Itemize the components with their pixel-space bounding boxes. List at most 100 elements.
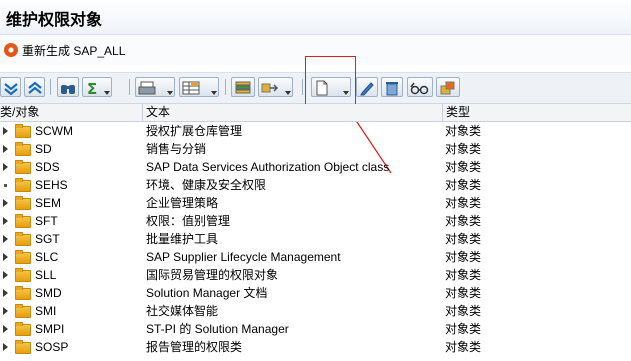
object-text: SAP Supplier Lifecycle Management bbox=[146, 250, 341, 264]
object-text: SAP Data Services Authorization Object c… bbox=[146, 160, 390, 174]
tree-row[interactable]: SD 销售与分销 对象类 bbox=[0, 140, 631, 158]
folder-icon bbox=[15, 124, 31, 138]
object-name: SDS bbox=[35, 160, 60, 174]
trash-icon bbox=[386, 82, 398, 96]
edit-button[interactable] bbox=[356, 77, 378, 97]
find-button[interactable] bbox=[57, 77, 79, 97]
folder-icon bbox=[15, 214, 31, 228]
stack-icon bbox=[235, 81, 251, 94]
object-type: 对象类 bbox=[445, 268, 482, 282]
object-text: 社交媒体智能 bbox=[146, 304, 219, 318]
object-name: SCWM bbox=[35, 124, 73, 138]
svg-text:Σ: Σ bbox=[87, 80, 97, 96]
tree-row[interactable]: SCWM 授权扩展仓库管理 对象类 bbox=[0, 122, 631, 140]
folder-icon bbox=[15, 160, 31, 174]
object-name: SD bbox=[35, 142, 52, 156]
folder-icon bbox=[15, 340, 31, 354]
window-title: 维护权限对象 bbox=[6, 10, 103, 29]
object-text: 销售与分销 bbox=[146, 142, 207, 156]
object-name: SFT bbox=[35, 214, 58, 228]
folder-icon bbox=[15, 142, 31, 156]
title-bar: 维护权限对象 bbox=[0, 0, 631, 35]
tree-row[interactable]: SOSP 报告管理的权限类 对象类 bbox=[0, 338, 631, 356]
object-text: 国际贸易管理的权限对象 bbox=[146, 268, 279, 282]
printer-icon bbox=[138, 81, 156, 95]
object-type: 对象类 bbox=[445, 178, 482, 192]
tree-row[interactable]: SEM 企业管理策略 对象类 bbox=[0, 194, 631, 212]
folder-icon bbox=[15, 304, 31, 318]
collapse-all-icon bbox=[28, 81, 42, 94]
sum-button[interactable]: Σ bbox=[82, 77, 112, 97]
object-name: SGT bbox=[35, 232, 60, 246]
collapse-all-button[interactable] bbox=[24, 77, 45, 97]
object-type: 对象类 bbox=[445, 304, 482, 318]
toolbar-separator bbox=[225, 79, 226, 95]
pencil-icon bbox=[360, 82, 374, 96]
object-type: 对象类 bbox=[445, 124, 482, 138]
object-type: 对象类 bbox=[445, 340, 482, 354]
object-name: SMI bbox=[35, 304, 57, 318]
distribute-icon bbox=[261, 83, 279, 93]
column-header-text[interactable]: 文本 bbox=[142, 104, 442, 121]
print-button[interactable] bbox=[135, 77, 175, 97]
where-used-button[interactable] bbox=[407, 77, 433, 97]
folder-icon bbox=[15, 268, 31, 282]
expand-triangle-icon[interactable] bbox=[3, 199, 8, 207]
transport-icon bbox=[440, 81, 455, 95]
expand-triangle-icon[interactable] bbox=[3, 325, 8, 333]
object-name: SMD bbox=[35, 286, 62, 300]
leaf-bullet-icon bbox=[4, 184, 7, 187]
chevron-down-icon bbox=[167, 91, 173, 95]
regenerate-sap-all-button[interactable]: 重新生成 SAP_ALL bbox=[4, 42, 125, 58]
column-header-type[interactable]: 类型 bbox=[442, 104, 526, 121]
regenerate-icon bbox=[4, 43, 18, 57]
expand-triangle-icon[interactable] bbox=[3, 235, 8, 243]
toolbar-separator bbox=[129, 79, 130, 95]
transport-button[interactable] bbox=[436, 77, 460, 97]
glasses-icon bbox=[410, 82, 429, 95]
object-type: 对象类 bbox=[445, 250, 482, 264]
delete-button[interactable] bbox=[381, 77, 403, 97]
expand-triangle-icon[interactable] bbox=[3, 271, 8, 279]
expand-triangle-icon[interactable] bbox=[3, 253, 8, 261]
export-button[interactable] bbox=[231, 77, 255, 97]
tree-row[interactable]: SLL 国际贸易管理的权限对象 对象类 bbox=[0, 266, 631, 284]
chevron-down-icon bbox=[285, 91, 291, 95]
object-name: SEM bbox=[35, 196, 62, 210]
tree-row[interactable]: SMD Solution Manager 文档 对象类 bbox=[0, 284, 631, 302]
sigma-icon: Σ bbox=[87, 80, 97, 96]
object-name: SOSP bbox=[35, 340, 69, 354]
folder-icon bbox=[15, 232, 31, 246]
tree-row[interactable]: SMPI ST-PI 的 Solution Manager 对象类 bbox=[0, 320, 631, 338]
object-type: 对象类 bbox=[445, 160, 482, 174]
folder-icon bbox=[15, 178, 31, 192]
expand-triangle-icon[interactable] bbox=[3, 217, 8, 225]
binoculars-icon bbox=[61, 85, 75, 94]
expand-triangle-icon[interactable] bbox=[3, 145, 8, 153]
chevron-down-icon bbox=[211, 91, 217, 95]
expand-triangle-icon[interactable] bbox=[3, 163, 8, 171]
object-type: 对象类 bbox=[445, 322, 482, 336]
object-name: SLC bbox=[35, 250, 59, 264]
tree-row[interactable]: SEHS 环境、健康及安全权限 对象类 bbox=[0, 176, 631, 194]
object-text: ST-PI 的 Solution Manager bbox=[146, 322, 289, 336]
tree-row[interactable]: SMI 社交媒体智能 对象类 bbox=[0, 302, 631, 320]
object-name: SEHS bbox=[35, 178, 68, 192]
expand-all-icon bbox=[4, 83, 18, 96]
tree-row[interactable]: SFT 权限：值别管理 对象类 bbox=[0, 212, 631, 230]
tree-row[interactable]: SLC SAP Supplier Lifecycle Management 对象类 bbox=[0, 248, 631, 266]
distribute-button[interactable] bbox=[258, 77, 293, 97]
grid-layout-icon bbox=[182, 81, 200, 95]
expand-triangle-icon[interactable] bbox=[3, 127, 8, 135]
layout-button[interactable] bbox=[179, 77, 219, 97]
chevron-down-icon bbox=[104, 91, 110, 95]
expand-triangle-icon[interactable] bbox=[3, 343, 8, 351]
expand-all-button[interactable] bbox=[0, 77, 21, 97]
expand-triangle-icon[interactable] bbox=[3, 289, 8, 297]
expand-triangle-icon[interactable] bbox=[3, 307, 8, 315]
column-header-object[interactable]: 类/对象 bbox=[0, 104, 140, 121]
object-type: 对象类 bbox=[445, 232, 482, 246]
tree-row[interactable]: SDS SAP Data Services Authorization Objec… bbox=[0, 158, 631, 176]
tree-row[interactable]: SGT 批量维护工具 对象类 bbox=[0, 230, 631, 248]
object-text: Solution Manager 文档 bbox=[146, 286, 268, 300]
